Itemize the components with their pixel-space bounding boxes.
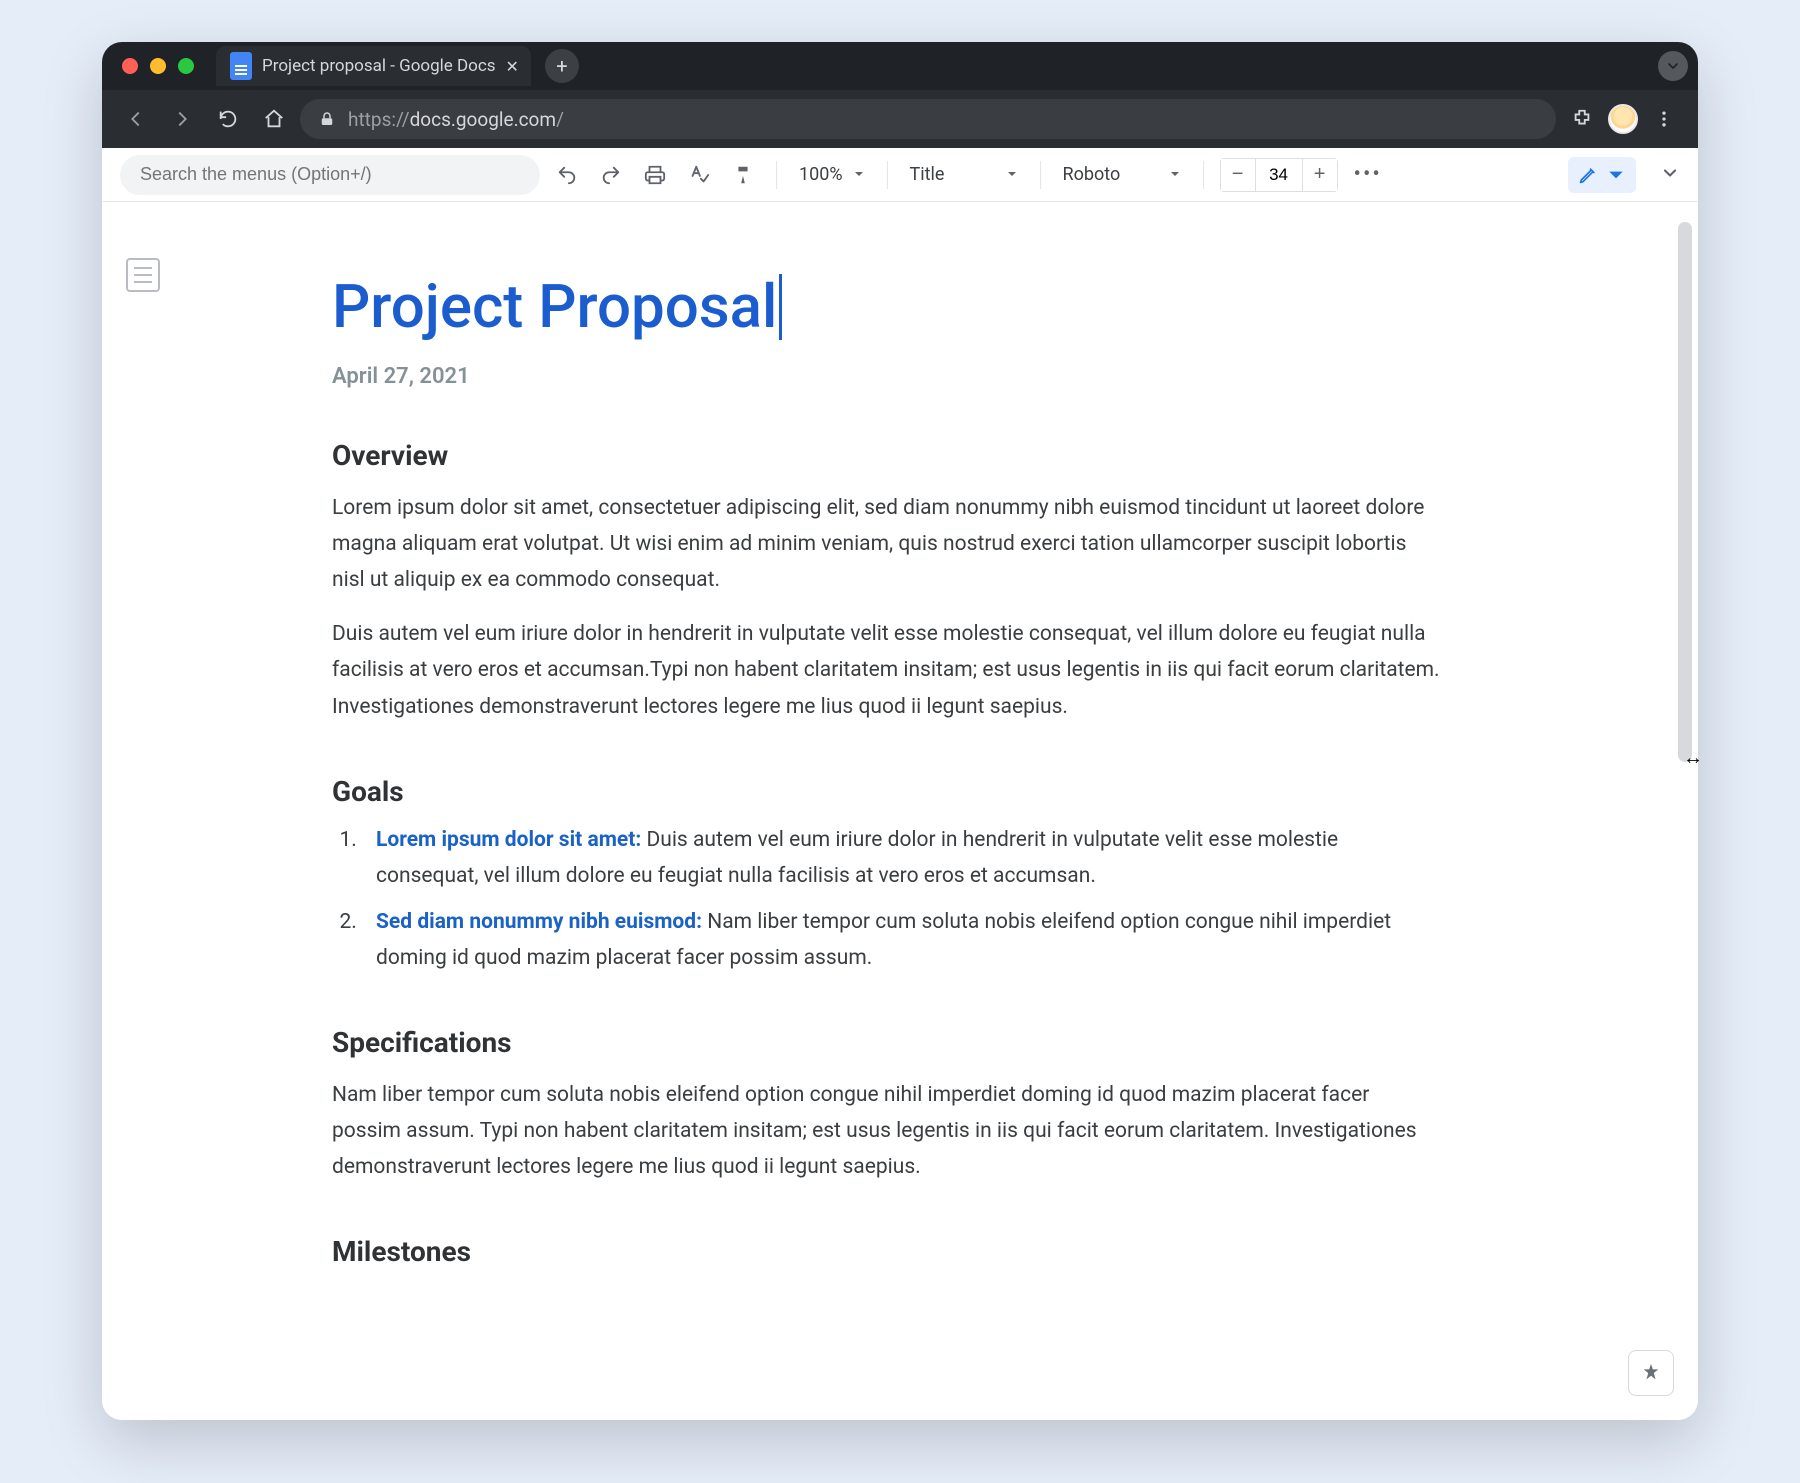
- home-button[interactable]: [254, 99, 294, 139]
- heading-milestones[interactable]: Milestones: [332, 1235, 1442, 1268]
- scrollbar-thumb[interactable]: [1678, 222, 1692, 762]
- font-size-stepper: − +: [1220, 158, 1338, 192]
- window-controls: [122, 58, 194, 74]
- zoom-value: 100%: [799, 164, 843, 185]
- font-size-decrease[interactable]: −: [1221, 159, 1255, 191]
- font-size-input[interactable]: [1255, 159, 1303, 191]
- extensions-button[interactable]: [1562, 99, 1602, 139]
- docs-toolbar: 100% Title Roboto − + •••: [102, 148, 1698, 202]
- heading-specifications[interactable]: Specifications: [332, 1026, 1442, 1059]
- url-text: https://docs.google.com/: [348, 108, 564, 131]
- style-select[interactable]: Title: [904, 158, 1024, 192]
- profile-avatar[interactable]: [1608, 104, 1638, 134]
- menu-search-input[interactable]: [138, 163, 522, 186]
- tab-strip: Project proposal - Google Docs ✕ +: [102, 42, 1698, 90]
- list-item[interactable]: Lorem ipsum dolor sit amet: Duis autem v…: [362, 822, 1442, 894]
- paragraph[interactable]: Duis autem vel eum iriure dolor in hendr…: [332, 616, 1442, 724]
- pencil-icon: [1578, 165, 1598, 185]
- redo-button[interactable]: [594, 158, 628, 192]
- style-value: Title: [910, 164, 945, 185]
- minimize-window-button[interactable]: [150, 58, 166, 74]
- heading-goals[interactable]: Goals: [332, 775, 1442, 808]
- caret-down-icon: [1006, 164, 1018, 185]
- docs-favicon-icon: [230, 52, 252, 80]
- browser-tab[interactable]: Project proposal - Google Docs ✕: [216, 46, 531, 86]
- forward-button[interactable]: [162, 99, 202, 139]
- address-bar: https://docs.google.com/: [102, 90, 1698, 148]
- reload-button[interactable]: [208, 99, 248, 139]
- back-button[interactable]: [116, 99, 156, 139]
- goals-list[interactable]: Lorem ipsum dolor sit amet: Duis autem v…: [332, 822, 1442, 976]
- caret-down-icon: [853, 164, 865, 185]
- explore-button[interactable]: [1628, 1350, 1674, 1396]
- undo-button[interactable]: [550, 158, 584, 192]
- caret-down-icon: [1169, 164, 1181, 185]
- document-canvas[interactable]: Project Proposal April 27, 2021 Overview…: [102, 202, 1698, 1420]
- close-window-button[interactable]: [122, 58, 138, 74]
- tab-title: Project proposal - Google Docs: [262, 56, 496, 76]
- heading-overview[interactable]: Overview: [332, 439, 1442, 472]
- font-value: Roboto: [1063, 164, 1121, 185]
- maximize-window-button[interactable]: [178, 58, 194, 74]
- tab-list-button[interactable]: [1658, 51, 1688, 81]
- font-select[interactable]: Roboto: [1057, 158, 1187, 192]
- paragraph[interactable]: Lorem ipsum dolor sit amet, consectetuer…: [332, 490, 1442, 598]
- collapse-toolbar-button[interactable]: [1660, 163, 1680, 187]
- new-tab-button[interactable]: +: [545, 49, 579, 83]
- font-size-increase[interactable]: +: [1303, 159, 1337, 191]
- browser-window: Project proposal - Google Docs ✕ + https…: [102, 42, 1698, 1420]
- list-item[interactable]: Sed diam nonummy nibh euismod: Nam liber…: [362, 904, 1442, 976]
- close-tab-button[interactable]: ✕: [506, 57, 519, 76]
- caret-down-icon: [1606, 165, 1626, 185]
- document-page[interactable]: Project Proposal April 27, 2021 Overview…: [332, 274, 1442, 1268]
- browser-menu-button[interactable]: [1644, 99, 1684, 139]
- more-tools-button[interactable]: •••: [1348, 162, 1388, 187]
- paragraph[interactable]: Nam liber tempor cum soluta nobis eleife…: [332, 1077, 1442, 1185]
- menu-search[interactable]: [120, 155, 540, 195]
- outline-toggle-button[interactable]: [126, 258, 160, 292]
- spellcheck-button[interactable]: [682, 158, 716, 192]
- editing-mode-button[interactable]: [1568, 157, 1636, 193]
- lock-icon: [318, 110, 336, 128]
- paint-format-button[interactable]: [726, 158, 760, 192]
- print-button[interactable]: [638, 158, 672, 192]
- url-bar[interactable]: https://docs.google.com/: [300, 99, 1556, 139]
- doc-title[interactable]: Project Proposal: [332, 274, 782, 340]
- zoom-select[interactable]: 100%: [793, 158, 871, 192]
- doc-date[interactable]: April 27, 2021: [332, 364, 1442, 389]
